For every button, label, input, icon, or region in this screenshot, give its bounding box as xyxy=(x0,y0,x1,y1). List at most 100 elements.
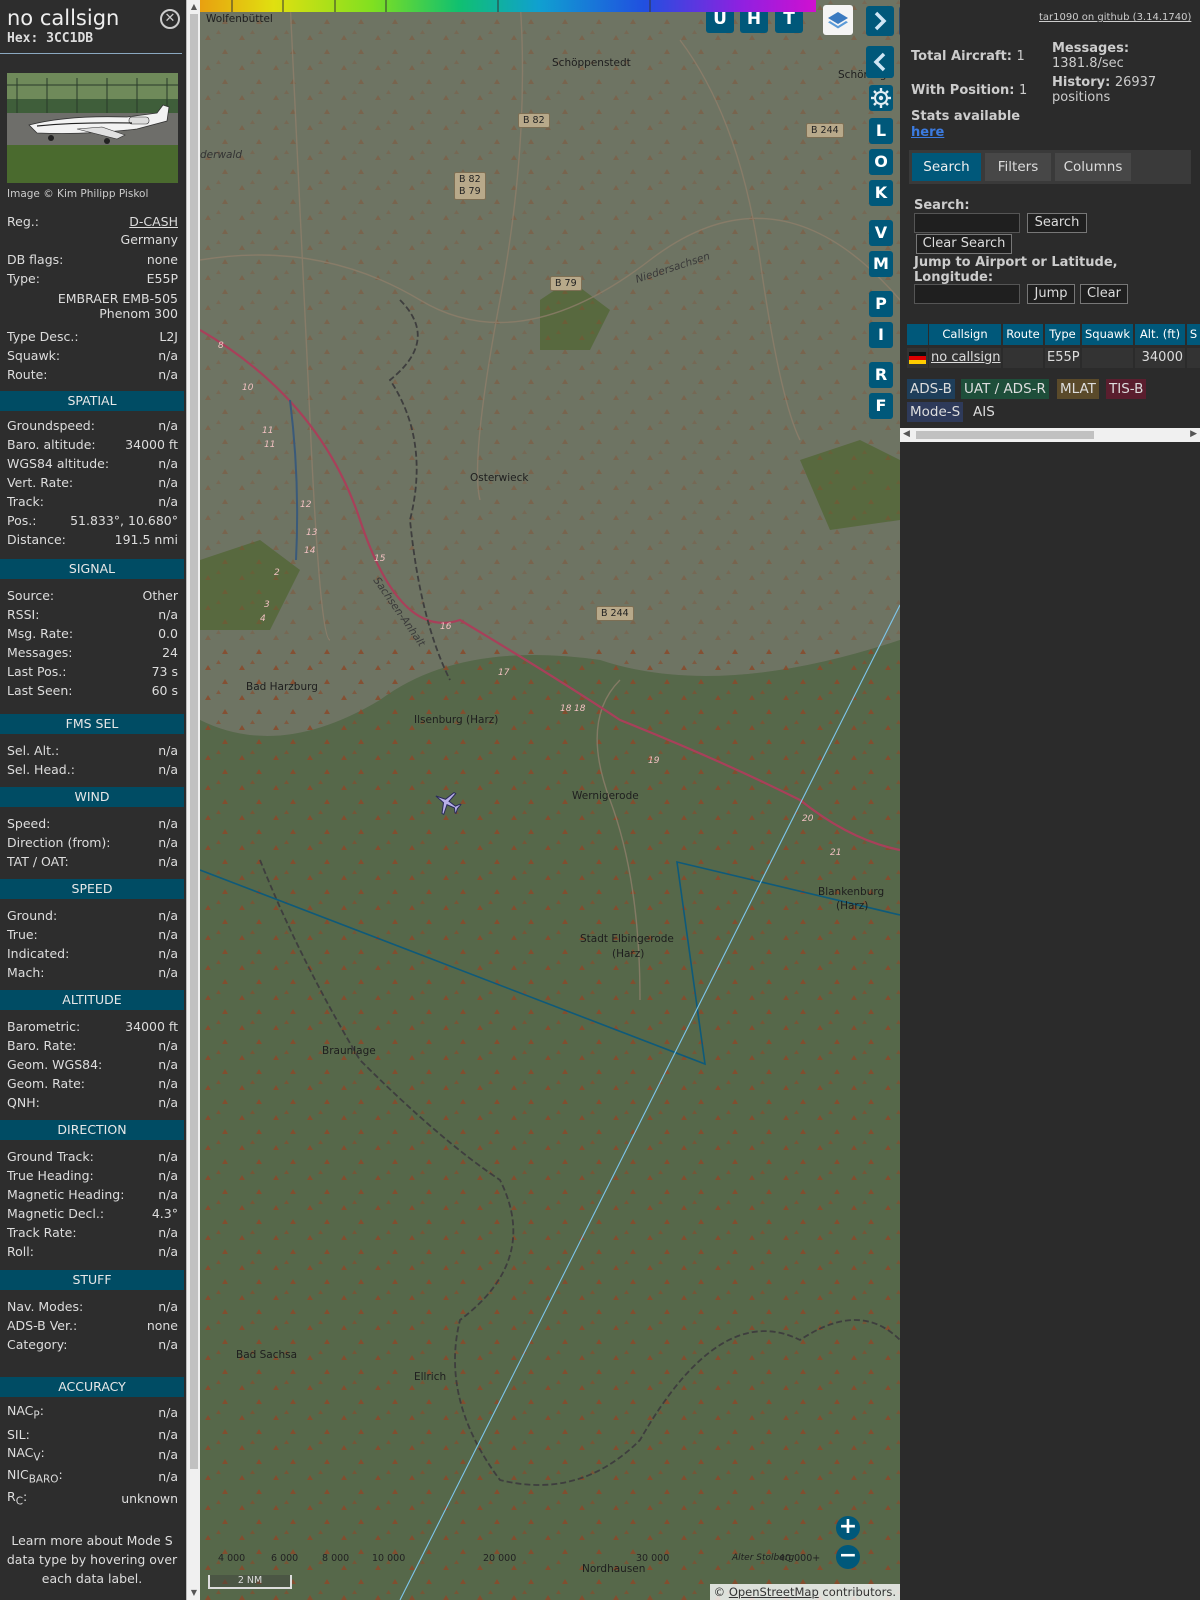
toggle-v-button[interactable]: V xyxy=(869,220,893,246)
info-row: RSSI: n/a xyxy=(7,607,178,622)
collapse-info-button[interactable] xyxy=(866,46,894,78)
type-full-2: Phenom 300 xyxy=(99,306,178,321)
horizontal-scrollbar-thumb[interactable] xyxy=(916,431,1094,439)
table-row-callsign[interactable]: no callsign xyxy=(929,348,1001,368)
column-altitude[interactable]: Alt. (ft) xyxy=(1135,324,1185,345)
section-signal: SIGNAL xyxy=(0,559,184,579)
column-squawk[interactable]: Squawk xyxy=(1082,324,1133,345)
openstreetmap-link[interactable]: OpenStreetMap xyxy=(729,1585,819,1599)
section-spatial: SPATIAL xyxy=(0,391,184,411)
info-row: Messages: 24 xyxy=(7,645,178,660)
sidebar-tabs: Search Filters Columns xyxy=(909,150,1191,184)
altitude-tick-20000: 20 000 xyxy=(483,1553,517,1564)
aircraft-photo[interactable] xyxy=(7,73,178,183)
scrollbar-thumb[interactable] xyxy=(190,14,198,1469)
section-wind: WIND xyxy=(0,787,184,807)
road-badge-b244: B 244 xyxy=(596,606,634,621)
table-horizontal-scrollbar[interactable]: ◀ ▶ xyxy=(900,428,1200,442)
altitude-tick-6000: 6 000 xyxy=(271,1553,299,1564)
highway-km-21: 21 xyxy=(830,848,842,858)
info-row: Vert. Rate: n/a xyxy=(7,475,178,490)
jump-input[interactable] xyxy=(914,284,1020,304)
info-row: Mach: n/a xyxy=(7,965,178,980)
jump-button[interactable]: Jump xyxy=(1027,284,1075,304)
clear-search-button[interactable]: Clear Search xyxy=(916,234,1012,254)
map-label-blankenburg: Blankenburg xyxy=(818,886,885,898)
row-nic-baro: NICBARO: n/a xyxy=(7,1467,178,1486)
info-panel-scrollbar[interactable]: ▲ ▼ xyxy=(186,0,200,1600)
settings-button[interactable] xyxy=(869,85,893,111)
column-type[interactable]: Type xyxy=(1045,324,1080,345)
scroll-right-icon[interactable]: ▶ xyxy=(1190,429,1197,439)
column-callsign[interactable]: Callsign xyxy=(929,324,1001,345)
highway-km-18b: 18 xyxy=(574,704,586,714)
legend-mode-s: Mode-S xyxy=(907,402,964,422)
toggle-p-button[interactable]: P xyxy=(869,291,893,317)
table-row-squawk[interactable] xyxy=(1082,348,1133,368)
table-row-speed[interactable] xyxy=(1187,348,1200,368)
stat-messages: Messages: 1381.8/sec xyxy=(1052,41,1130,71)
tab-columns[interactable]: Columns xyxy=(1055,153,1131,181)
section-fms-sel: FMS SEL xyxy=(0,714,184,734)
expand-sidebar-button[interactable] xyxy=(866,6,894,36)
close-icon[interactable]: ✕ xyxy=(160,9,180,29)
aircraft-info-panel: no callsign Hex: 3CC1DB ✕ Image © Kim Ph… xyxy=(0,0,184,1600)
search-button[interactable]: Search xyxy=(1027,213,1087,233)
highway-km-2: 2 xyxy=(274,568,280,578)
stats-here-link[interactable]: here xyxy=(911,125,944,140)
layers-button[interactable] xyxy=(823,5,853,35)
info-row: Track: n/a xyxy=(7,494,178,509)
column-speed[interactable]: S xyxy=(1187,324,1200,345)
toggle-l-button[interactable]: L xyxy=(869,118,893,144)
row-nacp: NACP: n/a xyxy=(7,1403,178,1422)
info-row: Distance: 191.5 nmi xyxy=(7,532,178,547)
map-label-wernigerode: Wernigerode xyxy=(572,790,639,802)
toggle-r-button[interactable]: R xyxy=(869,362,893,388)
table-row-route[interactable] xyxy=(1003,348,1043,368)
toggle-f-button[interactable]: F xyxy=(869,393,893,419)
map-attribution: © OpenStreetMap contributors. xyxy=(709,1584,900,1600)
toggle-i-button[interactable]: I xyxy=(869,322,893,348)
toggle-k-button[interactable]: K xyxy=(869,180,893,206)
toggle-o-button[interactable]: O xyxy=(869,149,893,175)
info-row: Roll: n/a xyxy=(7,1244,178,1259)
legend-adsb: ADS-B xyxy=(907,379,955,399)
info-row: Last Seen: 60 s xyxy=(7,683,178,698)
info-row: Sel. Alt.: n/a xyxy=(7,743,178,758)
map-label-ilsenburg: Ilsenburg (Harz) xyxy=(414,714,499,726)
zoom-out-button[interactable]: − xyxy=(836,1545,860,1569)
info-row: TAT / OAT: n/a xyxy=(7,854,178,869)
info-row: Msg. Rate: 0.0 xyxy=(7,626,178,641)
scroll-up-icon[interactable]: ▲ xyxy=(189,2,199,12)
tab-filters[interactable]: Filters xyxy=(985,153,1051,181)
map-view[interactable]: Wolfenbüttel Schöppenstedt Schöninge Ost… xyxy=(200,0,900,1600)
highway-km-11b: 11 xyxy=(264,440,276,450)
highway-km-8: 8 xyxy=(218,341,224,351)
tab-search[interactable]: Search xyxy=(912,153,981,181)
map-label-derwald: derwald xyxy=(200,149,243,161)
table-row-flag[interactable] xyxy=(907,348,928,368)
scroll-left-icon[interactable]: ◀ xyxy=(903,429,910,439)
row-nacv: NACV: n/a xyxy=(7,1445,178,1464)
column-flag[interactable] xyxy=(907,324,928,345)
toggle-m-button[interactable]: M xyxy=(869,251,893,277)
search-input[interactable] xyxy=(914,213,1020,233)
info-row: Source: Other xyxy=(7,588,178,603)
row-sil: SIL: n/a xyxy=(7,1427,178,1442)
zoom-in-button[interactable]: + xyxy=(836,1516,860,1540)
row-squawk: Squawk: n/a xyxy=(7,348,178,363)
version-link[interactable]: tar1090 on github (3.14.1740) xyxy=(1039,12,1191,23)
scroll-down-icon[interactable]: ▼ xyxy=(189,1588,199,1598)
table-row-altitude[interactable]: 34000 xyxy=(1135,348,1185,368)
section-stuff: STUFF xyxy=(0,1270,184,1290)
section-direction: DIRECTION xyxy=(0,1120,184,1140)
row-route: Route: n/a xyxy=(7,367,178,382)
altitude-tick-10000: 10 000 xyxy=(372,1553,406,1564)
registration-link[interactable]: D-CASH xyxy=(129,214,178,229)
clear-jump-button[interactable]: Clear xyxy=(1080,284,1128,304)
column-route[interactable]: Route xyxy=(1003,324,1043,345)
highway-km-12: 12 xyxy=(300,500,312,510)
road-badge-b82-b79: B 82 B 79 xyxy=(454,172,486,200)
table-row-type[interactable]: E55P xyxy=(1045,348,1080,368)
section-accuracy: ACCURACY xyxy=(0,1377,184,1397)
